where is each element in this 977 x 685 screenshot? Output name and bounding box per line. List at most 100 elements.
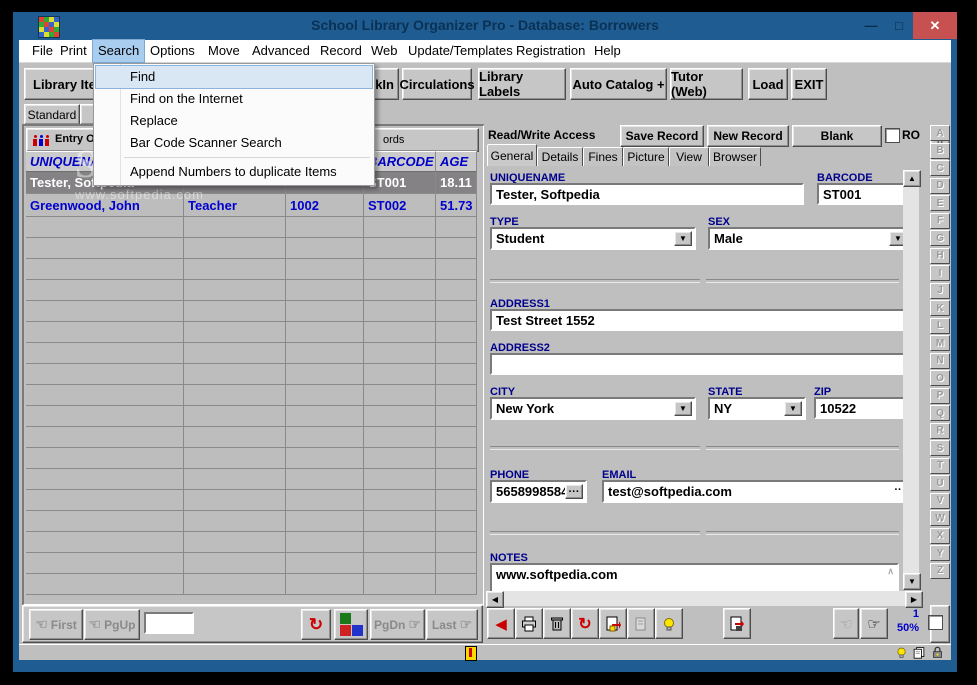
table-row[interactable] xyxy=(26,364,477,385)
alpha-J-button[interactable]: J xyxy=(930,282,950,299)
chevron-down-icon[interactable]: ▼ xyxy=(674,401,692,416)
barcode-input[interactable] xyxy=(817,183,909,205)
alpha-M-button[interactable]: M xyxy=(930,335,950,351)
alpha-B-button[interactable]: B xyxy=(930,142,950,159)
table-row[interactable] xyxy=(26,322,477,343)
alpha-F-button[interactable]: F xyxy=(930,212,950,229)
table-row[interactable] xyxy=(26,301,477,322)
menu-item-find-internet[interactable]: Find on the Internet xyxy=(96,88,372,110)
table-row[interactable] xyxy=(26,280,477,301)
close-button[interactable]: ✕ xyxy=(913,12,957,39)
save-export-button[interactable] xyxy=(723,608,751,639)
toolbar-load-button[interactable]: Load xyxy=(748,68,788,100)
form-scrollbar[interactable] xyxy=(903,170,919,590)
tab-view[interactable]: View xyxy=(669,147,709,166)
table-row[interactable] xyxy=(26,427,477,448)
alpha-T-button[interactable]: T xyxy=(930,457,950,474)
alpha-X-button[interactable]: X xyxy=(930,527,950,544)
menu-item-barcode-scanner-search[interactable]: Bar Code Scanner Search xyxy=(96,132,372,154)
blank-button[interactable]: Blank xyxy=(792,125,882,147)
tab-fines[interactable]: Fines xyxy=(583,147,623,166)
alpha-O-button[interactable]: O xyxy=(930,370,950,386)
blocks-button[interactable] xyxy=(334,609,368,640)
tab-standard[interactable]: Standard xyxy=(24,104,80,125)
table-row[interactable] xyxy=(26,385,477,406)
scroll-up-button[interactable]: ▲ xyxy=(903,170,921,187)
read-only-checkbox[interactable] xyxy=(885,128,900,143)
copy-record-button-disabled[interactable] xyxy=(627,608,655,639)
reload-record-button[interactable]: ↻ xyxy=(571,608,599,639)
scroll-down-button[interactable]: ▼ xyxy=(903,573,921,590)
uniquename-input[interactable] xyxy=(490,183,804,205)
menu-print[interactable]: Print xyxy=(55,40,92,62)
menu-move[interactable]: Move xyxy=(203,40,245,62)
alpha-K-button[interactable]: K xyxy=(930,300,950,316)
alpha-N-button[interactable]: N xyxy=(930,352,950,369)
page-down-button[interactable]: PgDn ☞ xyxy=(370,609,425,640)
menu-help[interactable]: Help xyxy=(589,40,626,62)
tab-general[interactable]: General xyxy=(487,144,537,166)
new-record-button[interactable]: New Record xyxy=(707,125,789,147)
table-row[interactable] xyxy=(26,553,477,574)
menu-item-replace[interactable]: Replace xyxy=(96,110,372,132)
tab-picture[interactable]: Picture xyxy=(623,147,669,166)
chevron-down-icon[interactable]: ▼ xyxy=(674,231,692,246)
alpha-S-button[interactable]: S xyxy=(930,440,950,456)
menu-advanced[interactable]: Advanced xyxy=(247,40,315,62)
toolbar-exit-button[interactable]: EXIT xyxy=(791,68,827,100)
state-select[interactable]: NY ▼ xyxy=(708,397,806,420)
bottom-checkbox[interactable] xyxy=(928,615,943,630)
menu-search[interactable]: Search xyxy=(91,39,146,63)
menu-web[interactable]: Web xyxy=(366,40,403,62)
page-up-button[interactable]: ☜ PgUp xyxy=(84,609,140,640)
print-record-button[interactable] xyxy=(515,608,543,639)
last-record-button[interactable]: Last ☞ xyxy=(426,609,478,640)
minimize-button[interactable]: — xyxy=(858,14,884,38)
form-h-scrollbar[interactable] xyxy=(486,591,921,606)
menu-registration[interactable]: Registration xyxy=(511,40,590,62)
city-select[interactable]: New York ▼ xyxy=(490,397,696,420)
table-row[interactable] xyxy=(26,217,477,238)
alpha-D-button[interactable]: D xyxy=(930,177,950,194)
phone-more-button[interactable]: ··· xyxy=(565,484,583,499)
table-row[interactable] xyxy=(26,511,477,532)
alpha-C-button[interactable]: C xyxy=(930,160,950,176)
goto-record-input[interactable] xyxy=(144,612,194,634)
alpha-H-button[interactable]: H xyxy=(930,247,950,264)
address2-input[interactable] xyxy=(490,353,907,375)
tab-details[interactable]: Details xyxy=(537,147,583,166)
table-row[interactable] xyxy=(26,259,477,280)
refresh-button[interactable]: ↻ xyxy=(301,609,331,640)
email-input[interactable]: test@softpedia.com ·· xyxy=(602,480,909,503)
alpha-P-button[interactable]: P xyxy=(930,387,950,404)
notes-textarea[interactable]: www.softpedia.com ∧ xyxy=(490,563,899,593)
menu-options[interactable]: Options xyxy=(145,40,200,62)
table-row[interactable] xyxy=(26,574,477,595)
alpha-Z-button[interactable]: Z xyxy=(930,562,950,579)
table-row[interactable] xyxy=(26,469,477,490)
table-row[interactable]: Greenwood, John Teacher 1002 ST002 51.73 xyxy=(26,194,477,217)
menu-update-templates[interactable]: Update/Templates xyxy=(403,40,518,62)
zip-input[interactable] xyxy=(814,397,909,419)
alpha-L-button[interactable]: L xyxy=(930,317,950,334)
menu-file[interactable]: File xyxy=(27,40,58,62)
delete-record-button[interactable] xyxy=(543,608,571,639)
alpha-E-button[interactable]: E xyxy=(930,195,950,211)
table-row[interactable] xyxy=(26,343,477,364)
tab-browser[interactable]: Browser xyxy=(709,147,761,166)
alpha-Q-button[interactable]: Q xyxy=(930,405,950,421)
table-row[interactable] xyxy=(26,532,477,553)
prev-page-button-disabled[interactable]: ☜ xyxy=(833,608,859,639)
table-row[interactable] xyxy=(26,238,477,259)
alpha-G-button[interactable]: G xyxy=(930,230,950,246)
alpha-W-button[interactable]: W xyxy=(930,510,950,526)
alpha-U-button[interactable]: U xyxy=(930,475,950,491)
maximize-button[interactable]: □ xyxy=(886,14,912,38)
save-record-button[interactable]: Save Record xyxy=(620,125,704,147)
export-record-button[interactable] xyxy=(599,608,627,639)
chevron-down-icon[interactable]: ▼ xyxy=(784,401,802,416)
phone-input[interactable]: 5658998584 ··· xyxy=(490,480,587,503)
alpha-A-button[interactable]: A xyxy=(930,125,950,141)
hint-button[interactable] xyxy=(655,608,683,639)
toolbar-auto-catalog-button[interactable]: Auto Catalog + xyxy=(570,68,667,100)
